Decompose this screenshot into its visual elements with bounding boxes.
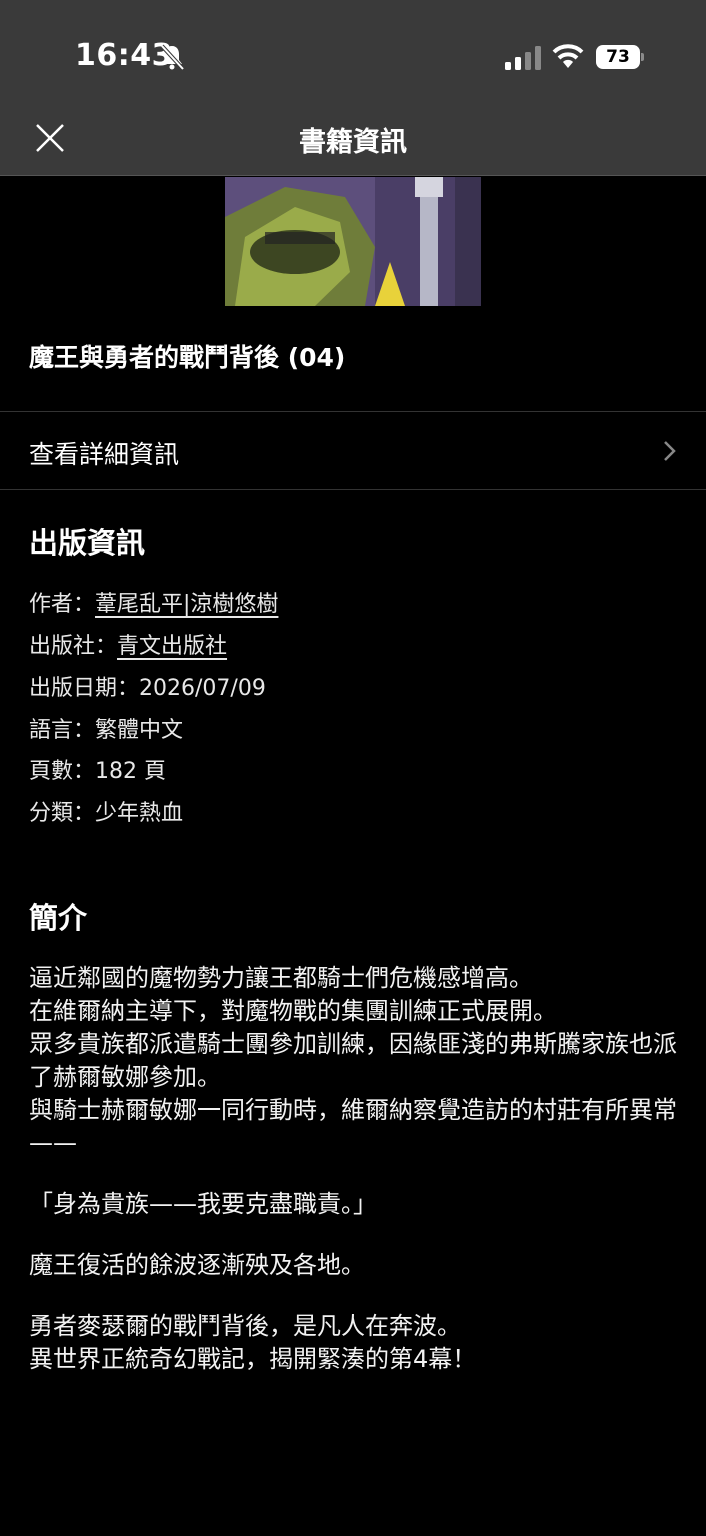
book-cover-image <box>225 177 481 306</box>
publisher-row: 出版社：青文出版社 <box>29 632 227 662</box>
author-row: 作者：葦尾乱平|涼樹悠樹 <box>29 590 278 620</box>
date-value: 2026/07/09 <box>139 676 266 701</box>
signal-icon <box>505 46 541 70</box>
battery-icon: 73 <box>596 45 644 69</box>
category-row: 分類：少年熱血 <box>29 799 183 829</box>
intro-paragraph: 在維爾納主導下，對魔物戰的集團訓練正式展開。 <box>29 997 557 1025</box>
status-bar: 16:43 73 <box>0 0 706 100</box>
page-title: 書籍資訊 <box>299 127 407 158</box>
view-details-label: 查看詳細資訊 <box>29 440 180 469</box>
intro-heading: 簡介 <box>29 901 88 935</box>
view-details-row[interactable]: 查看詳細資訊 <box>0 412 706 489</box>
intro-paragraph: 逼近鄰國的魔物勢力讓王都騎士們危機感增高。 <box>29 964 533 992</box>
publication-heading: 出版資訊 <box>29 526 146 560</box>
divider <box>0 489 706 490</box>
intro-paragraph: 異世界正統奇幻戰記，揭開緊湊的第4幕！ <box>29 1345 477 1373</box>
bell-slash-icon <box>160 44 185 71</box>
author-label: 作者： <box>29 592 96 617</box>
language-value: 繁體中文 <box>95 718 184 743</box>
date-row: 出版日期：2026/07/09 <box>29 674 266 704</box>
publisher-link[interactable]: 青文出版社 <box>117 634 227 659</box>
chevron-right-icon <box>664 441 676 461</box>
publisher-label: 出版社： <box>29 634 118 659</box>
author-link[interactable]: 葦尾乱平|涼樹悠樹 <box>95 592 278 617</box>
intro-paragraph: 「身為貴族——我要克盡職責。」 <box>29 1190 377 1218</box>
battery-level: 73 <box>596 45 640 69</box>
category-value: 少年熱血 <box>95 801 184 826</box>
category-label: 分類： <box>29 801 96 826</box>
intro-paragraph: 魔王復活的餘波逐漸殃及各地。 <box>29 1251 365 1279</box>
language-row: 語言：繁體中文 <box>29 716 183 746</box>
pages-row: 頁數：182 頁 <box>29 757 166 787</box>
date-label: 出版日期： <box>29 676 140 701</box>
language-label: 語言： <box>29 718 96 743</box>
wifi-icon <box>552 44 584 68</box>
intro-text: 逼近鄰國的魔物勢力讓王都騎士們危機感增高。 在維爾納主導下，對魔物戰的集團訓練正… <box>29 962 689 1376</box>
nav-bar: 書籍資訊 <box>0 100 706 176</box>
intro-paragraph: 與騎士赫爾敏娜一同行動時，維爾納察覺造訪的村莊有所異常—— <box>29 1096 677 1157</box>
pages-value: 182 頁 <box>95 759 167 784</box>
pages-label: 頁數： <box>29 759 96 784</box>
intro-paragraph: 眾多貴族都派遣騎士團參加訓練，因緣匪淺的弗斯騰家族也派了赫爾敏娜參加。 <box>29 1030 677 1091</box>
intro-paragraph: 勇者麥瑟爾的戰鬥背後，是凡人在奔波。 <box>29 1312 461 1340</box>
book-title: 魔王與勇者的戰鬥背後 (04) <box>29 343 346 372</box>
